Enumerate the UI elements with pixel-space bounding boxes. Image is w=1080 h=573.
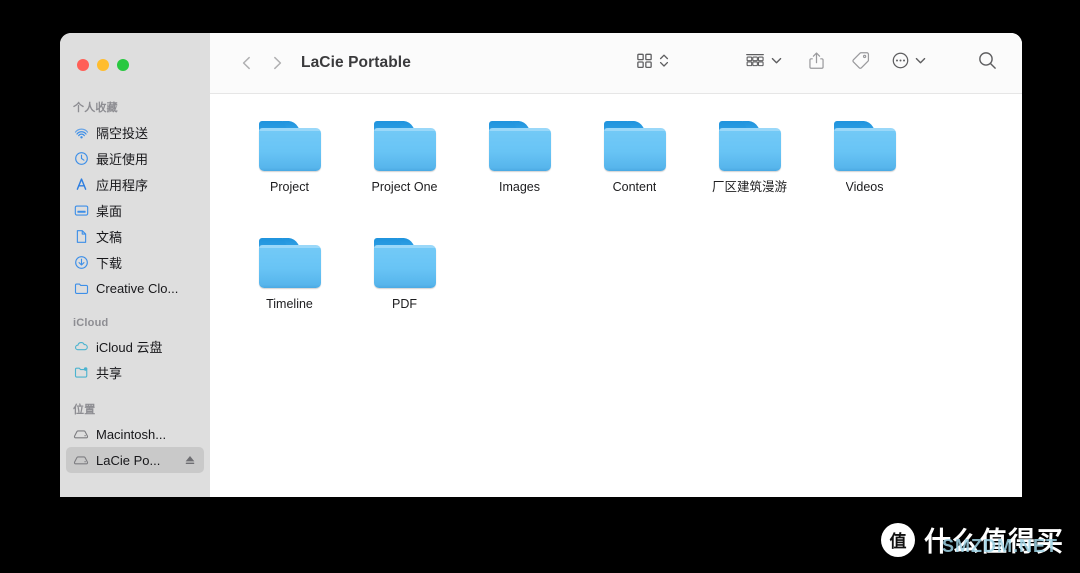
- sidebar-item-label: 应用程序: [96, 177, 149, 193]
- sidebar-item-label: 下载: [96, 255, 123, 271]
- sidebar-item-recents[interactable]: 最近使用: [66, 145, 204, 171]
- file-label: Images: [499, 180, 540, 194]
- view-mode-button[interactable]: [629, 48, 676, 78]
- file-label: 厂区建筑漫游: [711, 180, 787, 194]
- sidebar-item-label: 桌面: [96, 203, 123, 219]
- tag-icon: [850, 50, 871, 76]
- file-grid: Project Project One Images Content 厂区建筑漫: [210, 94, 1022, 497]
- screen: 个人收藏 隔空投送 最近使用 应用程序 桌面 文稿 下载 Creative Cl…: [0, 0, 1080, 573]
- sidebar-section-locations-title: 位置: [73, 404, 96, 416]
- hard-disk-icon: [73, 426, 89, 442]
- grid-view-icon: [635, 51, 654, 75]
- up-down-chevron-icon: [658, 51, 670, 75]
- folder-icon: [73, 280, 89, 296]
- sidebar-item-macintosh-hd[interactable]: Macintosh...: [66, 421, 204, 447]
- sidebar-section-icloud-title: iCloud: [73, 317, 109, 329]
- sidebar-item-applications[interactable]: 应用程序: [66, 171, 204, 197]
- close-button[interactable]: [77, 59, 89, 71]
- sidebar-item-label: LaCie Po...: [96, 452, 161, 468]
- sidebar-item-label: 共享: [96, 365, 123, 381]
- file-label: Timeline: [266, 297, 313, 311]
- toolbar: LaCie Portable: [210, 33, 1022, 94]
- sidebar-item-icloud-drive[interactable]: iCloud 云盘: [66, 333, 204, 359]
- folder-icon: [258, 238, 321, 288]
- airdrop-icon: [73, 124, 89, 140]
- watermark: 值 什么值得买 SMZDM.NET: [881, 520, 1064, 559]
- watermark-site: SMZDM.NET: [942, 536, 1058, 556]
- group-by-icon: [744, 51, 766, 75]
- file-item[interactable]: Content: [577, 112, 692, 229]
- sidebar-item-lacie-portable[interactable]: LaCie Po...: [66, 447, 204, 473]
- sidebar: 个人收藏 隔空投送 最近使用 应用程序 桌面 文稿 下载 Creative Cl…: [60, 33, 210, 497]
- document-icon: [73, 228, 89, 244]
- folder-icon: [718, 121, 781, 171]
- file-label: Project One: [371, 180, 438, 194]
- window-controls: [60, 33, 210, 71]
- file-item[interactable]: Project: [232, 112, 347, 229]
- forward-button[interactable]: [262, 48, 292, 78]
- file-label: Videos: [845, 180, 884, 194]
- file-label: Content: [612, 180, 657, 194]
- folder-icon: [603, 121, 666, 171]
- sidebar-item-shared[interactable]: 共享: [66, 359, 204, 385]
- search-icon: [977, 50, 998, 76]
- cloud-icon: [73, 338, 89, 354]
- sidebar-item-label: iCloud 云盘: [96, 339, 163, 355]
- share-button[interactable]: [801, 48, 832, 78]
- tag-button[interactable]: [844, 48, 877, 78]
- sidebar-item-downloads[interactable]: 下载: [66, 249, 204, 275]
- sidebar-item-airdrop[interactable]: 隔空投送: [66, 119, 204, 145]
- smzdm-logo-icon: 值: [881, 522, 915, 557]
- share-icon: [807, 51, 826, 76]
- more-actions-button[interactable]: [885, 48, 933, 78]
- chevron-down-icon: [770, 54, 783, 72]
- file-label: PDF: [392, 297, 417, 311]
- search-button[interactable]: [971, 48, 1004, 78]
- sidebar-item-desktop[interactable]: 桌面: [66, 197, 204, 223]
- eject-icon[interactable]: [183, 453, 197, 467]
- group-by-button[interactable]: [738, 48, 789, 78]
- minimize-button[interactable]: [97, 59, 109, 71]
- sidebar-item-label: Macintosh...: [96, 426, 167, 442]
- ellipsis-circle-icon: [891, 51, 910, 75]
- file-item[interactable]: Project One: [347, 112, 462, 229]
- sidebar-item-label: Creative Clo...: [96, 280, 179, 296]
- folder-icon: [833, 121, 896, 171]
- sidebar-item-documents[interactable]: 文稿: [66, 223, 204, 249]
- applications-icon: [73, 176, 89, 192]
- hard-disk-icon: [73, 452, 89, 468]
- file-item[interactable]: Videos: [807, 112, 922, 229]
- file-item[interactable]: Images: [462, 112, 577, 229]
- downloads-icon: [73, 254, 89, 270]
- file-label: Project: [270, 180, 309, 194]
- chevron-down-icon: [914, 54, 927, 72]
- shared-folder-icon: [73, 364, 89, 380]
- finder-window: 个人收藏 隔空投送 最近使用 应用程序 桌面 文稿 下载 Creative Cl…: [60, 33, 1022, 497]
- breadcrumb: LaCie Portable: [301, 54, 411, 71]
- back-button[interactable]: [232, 48, 262, 78]
- sidebar-section-favorites-title: 个人收藏: [73, 102, 118, 114]
- folder-icon: [373, 238, 436, 288]
- folder-icon: [258, 121, 321, 171]
- clock-icon: [73, 150, 89, 166]
- maximize-button[interactable]: [117, 59, 129, 71]
- sidebar-item-creative-cloud[interactable]: Creative Clo...: [66, 275, 204, 301]
- sidebar-item-label: 隔空投送: [96, 125, 149, 141]
- file-item[interactable]: PDF: [347, 229, 462, 346]
- main-pane: LaCie Portable Project Project One Image…: [210, 33, 1022, 497]
- folder-icon: [488, 121, 551, 171]
- desktop-icon: [73, 202, 89, 218]
- sidebar-item-label: 文稿: [96, 229, 123, 245]
- file-item[interactable]: Timeline: [232, 229, 347, 346]
- folder-icon: [373, 121, 436, 171]
- file-item[interactable]: 厂区建筑漫游: [692, 112, 807, 229]
- sidebar-item-label: 最近使用: [96, 151, 149, 167]
